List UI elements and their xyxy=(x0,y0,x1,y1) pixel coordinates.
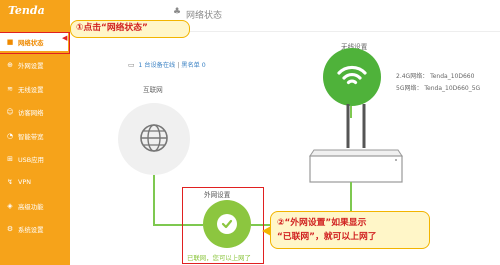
sidebar-item-label: USB应用 xyxy=(18,155,44,164)
device-summary: ▭ 1 台设备在线 | 黑名单 0 xyxy=(128,60,206,69)
sidebar-item-label: 无线设置 xyxy=(18,85,44,94)
wifi-icon: ≋ xyxy=(7,85,13,93)
usb-icon: ⊞ xyxy=(7,155,13,163)
globe-icon xyxy=(140,124,168,152)
check-icon xyxy=(221,219,233,229)
callout-text: ①点击“网络状态” xyxy=(76,23,148,33)
devices-online-link[interactable]: 1 台设备在线 xyxy=(138,62,175,69)
sidebar-item-label: 系统设置 xyxy=(18,225,44,234)
wan-status-text: 已联网，您可以上网了 xyxy=(187,254,251,262)
settings-icon: ⚙ xyxy=(6,225,14,233)
sidebar-item-label: 访客网络 xyxy=(18,108,44,117)
sidebar-item-wireless[interactable]: ≋ 无线设置 xyxy=(0,80,70,98)
connection-line xyxy=(153,175,155,225)
wan-label: 外网设置 xyxy=(204,191,231,199)
instruction-callout-step1: ①点击“网络状态” xyxy=(70,20,190,38)
sidebar-item-network-status[interactable]: ■ 网络状态 xyxy=(0,32,70,54)
sidebar-item-label: 外网设置 xyxy=(18,61,44,70)
page-title: 网络状态 xyxy=(186,11,223,21)
instruction-callout-step2: ②“外网设置”如果显示 “已联网”，就可以上网了 xyxy=(270,211,430,249)
vpn-icon: ↯ xyxy=(7,178,13,186)
callout-text-line1: ②“外网设置”如果显示 xyxy=(277,218,367,228)
sidebar: Tenda ■ 网络状态 ⊕ 外网设置 ≋ 无线设置 ☺ 访客网络 ◔ 智能带宽… xyxy=(0,0,70,265)
guest-icon: ☺ xyxy=(6,108,14,116)
callout-text-line2: “已联网”，就可以上网了 xyxy=(277,232,377,242)
blacklist-link[interactable]: 黑名单 0 xyxy=(181,62,205,69)
globe-icon: ⊕ xyxy=(7,61,13,69)
internet-label: 互联网 xyxy=(143,86,163,94)
sidebar-item-system[interactable]: ⚙ 系统设置 xyxy=(0,220,70,238)
network-icon: ■ xyxy=(6,38,14,46)
wifi-24g-info: 2.4G网络： Tenda_10D660 xyxy=(396,73,475,80)
router-icon xyxy=(309,104,403,183)
wifi-5g-info: 5G网络： Tenda_10D660_5G xyxy=(396,85,481,92)
advanced-icon: ◈ xyxy=(7,202,13,210)
sidebar-item-wan-settings[interactable]: ⊕ 外网设置 xyxy=(0,56,70,74)
sidebar-item-bandwidth[interactable]: ◔ 智能带宽 xyxy=(0,127,70,145)
sidebar-item-label: 智能带宽 xyxy=(18,132,44,141)
tenda-logo: Tenda xyxy=(8,4,45,17)
sidebar-item-advanced[interactable]: ◈ 高级功能 xyxy=(0,197,70,215)
sidebar-item-vpn[interactable]: ↯ VPN xyxy=(0,173,70,191)
sidebar-item-label: VPN xyxy=(18,178,32,186)
bandwidth-icon: ◔ xyxy=(6,132,14,140)
laptop-icon: ▭ xyxy=(128,61,135,69)
wifi-icon xyxy=(337,65,367,85)
pointer-arrow-icon: ◀ xyxy=(62,34,68,42)
connection-line xyxy=(350,106,352,118)
status-icon: ♣ xyxy=(173,7,182,17)
sidebar-item-usb[interactable]: ⊞ USB应用 xyxy=(0,150,70,168)
sidebar-item-label: 高级功能 xyxy=(18,202,44,211)
sidebar-item-guest[interactable]: ☺ 访客网络 xyxy=(0,103,70,121)
sidebar-item-label: 网络状态 xyxy=(18,38,44,47)
